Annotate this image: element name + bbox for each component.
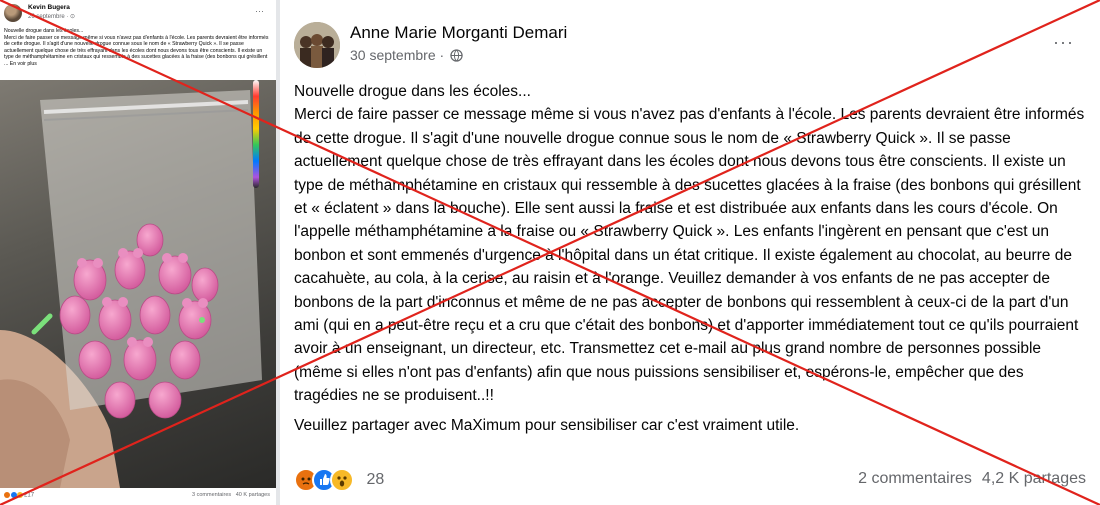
more-options-icon[interactable]: ···: [255, 6, 264, 16]
wow-icon: [17, 492, 24, 498]
facebook-post: Anne Marie Morganti Demari 30 septembre …: [280, 0, 1100, 505]
wow-icon: [330, 468, 354, 492]
avatar[interactable]: [4, 4, 22, 22]
shares-link[interactable]: 4,2 K partages: [982, 470, 1086, 487]
comments-link[interactable]: 2 commentaires: [858, 470, 972, 487]
thumbnail-author[interactable]: Kevin Bugera: [28, 4, 70, 11]
group-photo-avatar: [294, 22, 340, 68]
thumbnail-post: Kevin Bugera 26 septembre · ⊙ ··· Nouvel…: [0, 0, 276, 505]
post-stats: 2 commentaires 4,2 K partages: [858, 470, 1086, 488]
candy-bag-photo: [0, 80, 262, 488]
thumbnail-text: Nouvelle drogue dans les écoles... Merci…: [4, 28, 270, 68]
reactions-summary[interactable]: 28: [294, 468, 384, 492]
thumbnail-text-line: Merci de faire passer ce message même si…: [4, 34, 269, 67]
post-share-line: Veuillez partager avec MaXimum pour sens…: [294, 416, 800, 434]
post-date[interactable]: 30 septembre ·: [350, 47, 463, 65]
post-body: Nouvelle drogue dans les écoles... Merci…: [294, 80, 1090, 437]
thumbnail-reactions[interactable]: 217: [4, 492, 34, 499]
thumbnail-reaction-count: 217: [24, 492, 35, 499]
thumbnail-comments-link[interactable]: 3 commentaires: [192, 492, 231, 498]
post-paragraph: Merci de faire passer ce message même si…: [294, 106, 1085, 405]
post-date-text[interactable]: 30 septembre ·: [350, 47, 448, 63]
like-icon: [10, 492, 17, 498]
thumbnail-stats: 3 commentaires 40 K partages: [192, 492, 270, 498]
reaction-count: 28: [366, 471, 385, 488]
thumbnail-footer: 217 3 commentaires 40 K partages: [0, 488, 276, 505]
thumbnail-date[interactable]: 26 septembre · ⊙: [28, 13, 75, 20]
more-options-icon[interactable]: ···: [1053, 32, 1074, 53]
post-paragraph: Nouvelle drogue dans les écoles...: [294, 83, 531, 100]
post-author[interactable]: Anne Marie Morganti Demari: [350, 23, 567, 43]
angry-icon: [4, 492, 10, 498]
thumbnail-shares-link[interactable]: 40 K partages: [236, 492, 270, 498]
post-photo[interactable]: [0, 80, 276, 488]
thumbnail-header: Kevin Bugera 26 septembre · ⊙ ···: [4, 4, 270, 24]
thumbnail-text-line: Nouvelle drogue dans les écoles...: [4, 28, 84, 34]
avatar[interactable]: [294, 22, 340, 68]
globe-icon: [450, 49, 463, 65]
